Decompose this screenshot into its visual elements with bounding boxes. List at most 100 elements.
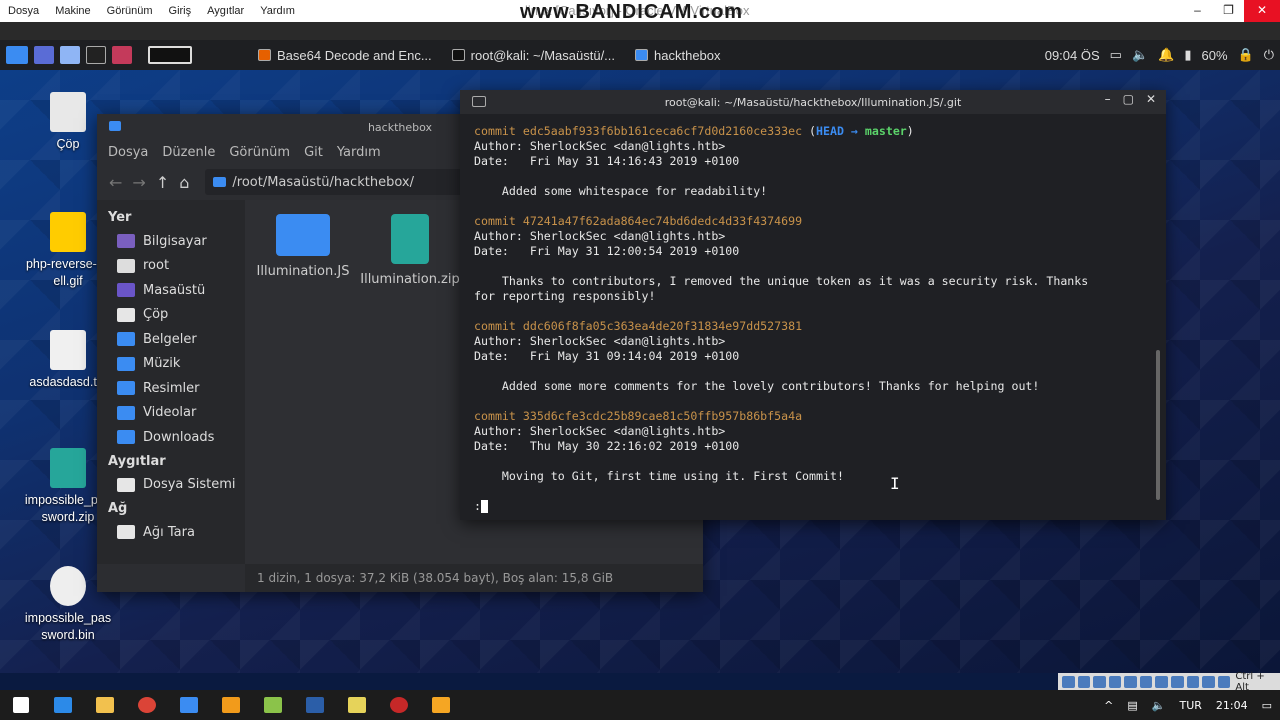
panel-launchers	[0, 46, 192, 64]
network-icon[interactable]	[1108, 675, 1122, 688]
terminal-icon[interactable]	[86, 46, 106, 64]
fm-menu-item[interactable]: Düzenle	[162, 145, 215, 160]
volume-icon[interactable]: 🔈	[1132, 47, 1148, 63]
notification-icon[interactable]: 🔔	[1158, 47, 1174, 63]
sidebar-item-label: Downloads	[143, 429, 215, 445]
notification-icon[interactable]: ▭	[1262, 699, 1272, 712]
hdd-icon[interactable]	[1062, 675, 1075, 688]
sidebar-item[interactable]: Videolar	[97, 401, 245, 426]
close-icon[interactable]: ✕	[1146, 92, 1156, 106]
zip-icon	[391, 214, 429, 264]
back-icon[interactable]: ←	[109, 173, 122, 192]
start-button[interactable]	[0, 690, 42, 720]
minimize-icon[interactable]: –	[1105, 92, 1111, 106]
sidebar-item[interactable]: Bilgisayar	[97, 229, 245, 254]
browser-icon[interactable]	[112, 46, 132, 64]
network-icon[interactable]: ▤	[1127, 699, 1137, 712]
maximize-icon[interactable]: ▢	[1123, 92, 1134, 106]
file-item[interactable]: Illumination.zip	[360, 214, 460, 287]
network-icon	[117, 525, 135, 540]
sidebar-item[interactable]: Ağı Tara	[97, 520, 245, 545]
taskbar-sublime[interactable]	[210, 690, 252, 720]
keyboard-icon[interactable]	[1217, 675, 1231, 688]
sidebar-item[interactable]: root	[97, 254, 245, 279]
host-menu-item[interactable]: Görünüm	[99, 5, 161, 17]
panel-task[interactable]: Base64 Decode and Enc...	[250, 48, 440, 63]
commit-date: Date: Fri May 31 12:00:54 2019 +0100	[474, 244, 740, 258]
up-icon[interactable]: ↑	[156, 173, 169, 192]
sidebar-item[interactable]: Belgeler	[97, 327, 245, 352]
minimize-icon[interactable]: –	[1182, 0, 1213, 22]
terminal-prompt[interactable]: :	[474, 499, 1146, 514]
sidebar-item-label: Çöp	[143, 307, 169, 323]
kali-top-panel: Base64 Decode and Enc... root@kali: ~/Mas…	[0, 40, 1280, 70]
battery-icon[interactable]: ▮	[1184, 47, 1191, 63]
host-menu-item[interactable]: Aygıtlar	[199, 5, 252, 17]
audio-icon[interactable]	[1093, 675, 1106, 688]
folder-icon	[96, 697, 114, 713]
sidebar-item[interactable]: Dosya Sistemi	[97, 473, 245, 498]
desktop-icon[interactable]	[34, 46, 54, 64]
files-icon[interactable]	[60, 46, 80, 64]
commit-message: Thanks to contributors, I removed the un…	[474, 274, 1089, 303]
workspace-switcher[interactable]	[148, 46, 192, 64]
panel-task[interactable]: hackthebox	[627, 48, 729, 63]
sidebar-item[interactable]: Resimler	[97, 376, 245, 401]
lock-icon[interactable]: 🔒	[1238, 47, 1254, 63]
usb-icon[interactable]	[1124, 675, 1137, 688]
sidebar-item[interactable]: Masaüstü	[97, 278, 245, 303]
taskbar-app[interactable]	[420, 690, 462, 720]
display-icon[interactable]	[1155, 675, 1169, 688]
sidebar-section-devices: Aygıtlar	[108, 453, 166, 469]
fm-menu-item[interactable]: Dosya	[108, 145, 148, 160]
chevron-up-icon[interactable]: ^	[1104, 699, 1113, 712]
taskbar-bandicam[interactable]	[378, 690, 420, 720]
sidebar-item[interactable]: Downloads	[97, 425, 245, 450]
shared-folder-icon[interactable]	[1139, 675, 1153, 688]
maximize-icon[interactable]: ❐	[1213, 0, 1244, 22]
fm-menu-item[interactable]: Görünüm	[229, 145, 290, 160]
display-icon[interactable]: ▭	[1110, 47, 1122, 63]
panel-task[interactable]: root@kali: ~/Masaüstü/...	[444, 48, 623, 63]
fm-menu-item[interactable]: Git	[304, 145, 323, 160]
sidebar-item[interactable]: Çöp	[97, 303, 245, 328]
fm-menu-item[interactable]: Yardım	[337, 145, 381, 160]
kali-menu-icon[interactable]	[6, 46, 28, 64]
taskbar-ie[interactable]	[42, 690, 84, 720]
host-menu-item[interactable]: Giriş	[161, 5, 200, 17]
terminal-scrollbar[interactable]	[1156, 350, 1160, 500]
close-icon[interactable]: ✕	[1244, 0, 1280, 22]
host-menu-item[interactable]: Makine	[47, 5, 98, 17]
power-icon[interactable]: ⏻	[1264, 47, 1274, 63]
cpu-icon[interactable]	[1186, 675, 1200, 688]
app-icon	[432, 697, 450, 713]
sidebar-item[interactable]: Müzik	[97, 352, 245, 377]
panel-clock[interactable]: 09:04 ÖS	[1045, 48, 1100, 63]
terminal-icon	[451, 49, 465, 61]
volume-icon[interactable]: 🔈	[1152, 699, 1166, 712]
file-item[interactable]: Illumination.JS	[253, 214, 353, 279]
host-menu-item[interactable]: Yardım	[252, 5, 303, 17]
taskbar-notes[interactable]	[336, 690, 378, 720]
language[interactable]: TUR	[1179, 699, 1201, 712]
sidebar-item-label: Masaüstü	[143, 282, 206, 298]
sidebar-item-label: Bilgisayar	[143, 233, 207, 249]
trash-icon	[50, 92, 86, 132]
forward-icon[interactable]: →	[132, 173, 145, 192]
head-ref: HEAD	[816, 124, 844, 138]
commit-line: commit 335d6cfe3cdc25b89cae81c50ffb957b8…	[474, 409, 1146, 424]
taskbar-files[interactable]	[252, 690, 294, 720]
commit-message: Added some more comments for the lovely …	[474, 379, 1040, 393]
mouse-icon[interactable]	[1202, 675, 1215, 688]
fm-sidebar: Yer Bilgisayar root Masaüstü Çöp Belgeler Müzi…	[97, 200, 245, 564]
taskbar-virtualbox[interactable]	[294, 690, 336, 720]
host-menu-item[interactable]: Dosya	[0, 5, 47, 17]
taskbar-store[interactable]	[168, 690, 210, 720]
home-icon[interactable]: ⌂	[179, 173, 189, 192]
record-icon[interactable]	[1171, 675, 1184, 688]
taskbar-chrome[interactable]	[126, 690, 168, 720]
taskbar-explorer[interactable]	[84, 690, 126, 720]
terminal-output[interactable]: commit edc5aabf933f6bb161ceca6cf7d0d2160…	[474, 124, 1146, 514]
taskbar-clock[interactable]: 21:04	[1216, 699, 1248, 712]
optical-icon[interactable]	[1077, 675, 1091, 688]
